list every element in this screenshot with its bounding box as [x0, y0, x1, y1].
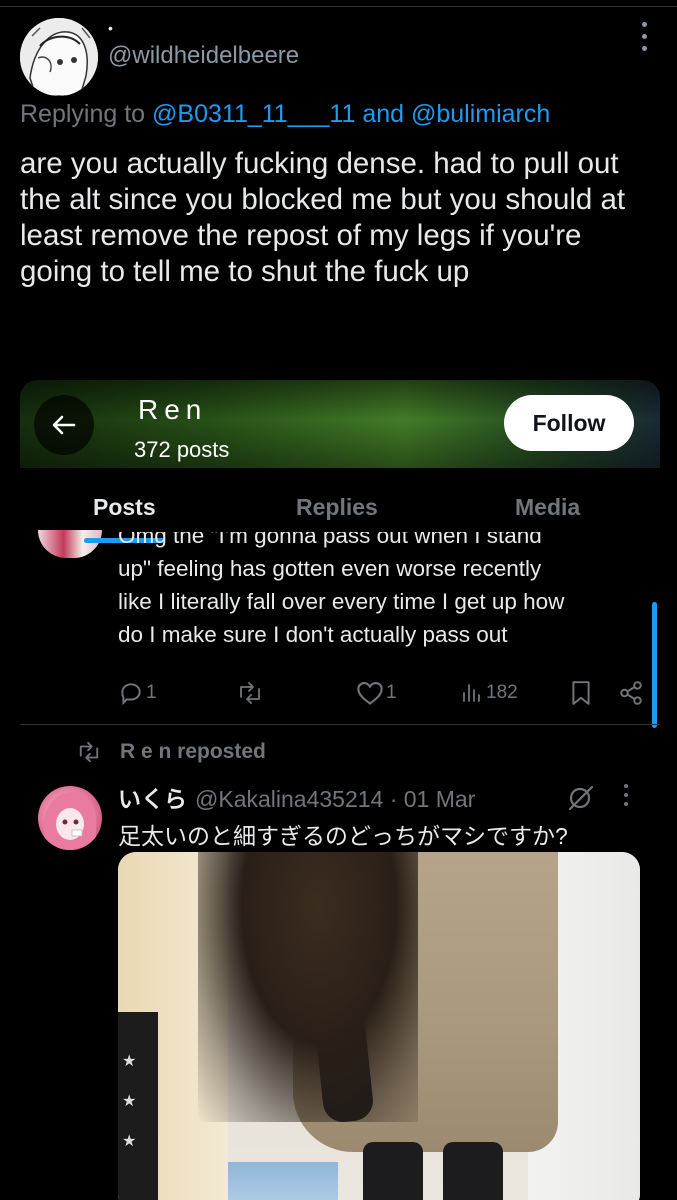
- reply-icon: [121, 683, 141, 706]
- repost-icon: [79, 741, 99, 763]
- photo-legs: [343, 1142, 513, 1200]
- share-button[interactable]: [618, 678, 644, 708]
- bookmark-button[interactable]: [570, 678, 592, 708]
- follow-button[interactable]: Follow: [504, 395, 634, 451]
- profile-tabs: Posts Replies Media: [20, 468, 660, 542]
- reposted-author-avatar[interactable]: [38, 786, 102, 850]
- share-icon: [620, 681, 642, 705]
- repost-button[interactable]: [236, 678, 266, 708]
- tweet-text: are you actually fucking dense. had to p…: [20, 147, 626, 288]
- status-dot: •: [108, 20, 113, 36]
- back-arrow-icon[interactable]: [34, 395, 94, 455]
- replying-prefix: Replying to: [20, 100, 153, 128]
- replying-to: Replying to @B0311_11___11 and @bulimiar…: [20, 100, 550, 129]
- views-icon: [463, 684, 480, 702]
- repost-icon: [240, 682, 260, 704]
- reposted-author-handle-time[interactable]: @Kakalina435214 · 01 Mar: [195, 786, 475, 812]
- previous-post-text: Omg the "I'm gonna pass out when I stand…: [118, 532, 628, 651]
- grok-icon[interactable]: [566, 783, 596, 818]
- replying-user-link-1[interactable]: @B0311_11___11: [152, 100, 355, 128]
- reposted-post-text: 足太いのと細すぎるのどっちがマシですか?: [118, 823, 568, 849]
- bookmark-icon: [572, 681, 590, 705]
- scrollbar[interactable]: [652, 602, 657, 728]
- tab-media[interactable]: Media: [515, 494, 580, 521]
- photo-curtain: [118, 1012, 158, 1200]
- reposted-author-header: いくら @Kakalina435214 · 01 Mar: [118, 780, 475, 814]
- replying-user-link-2[interactable]: @bulimiarch: [411, 100, 550, 128]
- like-button[interactable]: 1: [356, 678, 397, 708]
- like-count: 1: [386, 682, 397, 703]
- views-button[interactable]: 182: [460, 678, 518, 708]
- previous-post-line: up" feeling has gotten even worse recent…: [118, 556, 542, 581]
- post-actions: 1 1 182: [118, 678, 642, 708]
- photo-floor: [228, 1162, 338, 1200]
- more-options-icon[interactable]: [636, 22, 652, 62]
- more-options-icon[interactable]: [624, 784, 630, 811]
- photo-hair: [198, 852, 418, 1122]
- reposted-indicator: R e n reposted: [76, 740, 266, 764]
- reposted-label[interactable]: R e n reposted: [120, 740, 266, 764]
- reply-count: 1: [146, 682, 157, 703]
- reposted-author-name[interactable]: いくら: [118, 786, 187, 812]
- post-photo[interactable]: [118, 852, 640, 1200]
- replying-and: and: [355, 100, 411, 128]
- author-handle[interactable]: @wildheidelbeere: [108, 42, 299, 70]
- tab-posts[interactable]: Posts: [93, 494, 156, 521]
- author-avatar[interactable]: [20, 18, 98, 96]
- reply-button[interactable]: 1: [118, 678, 157, 708]
- post-divider: [20, 724, 660, 725]
- like-icon: [357, 682, 383, 705]
- profile-name: Ren: [138, 394, 208, 425]
- embedded-screenshot: Ren 372 posts Follow Posts Replies Media…: [20, 380, 660, 1200]
- previous-post-line: do I make sure I don't actually pass out: [118, 622, 508, 647]
- previous-post-line-clipped: Omg the "I'm gonna pass out when I stand: [118, 532, 542, 548]
- views-count: 182: [486, 682, 518, 703]
- top-divider: [0, 6, 677, 7]
- previous-post-line: like I literally fall over every time I …: [118, 589, 565, 614]
- profile-post-count: 372 posts: [134, 437, 230, 462]
- tab-replies[interactable]: Replies: [296, 494, 378, 521]
- previous-post-avatar[interactable]: [38, 530, 102, 558]
